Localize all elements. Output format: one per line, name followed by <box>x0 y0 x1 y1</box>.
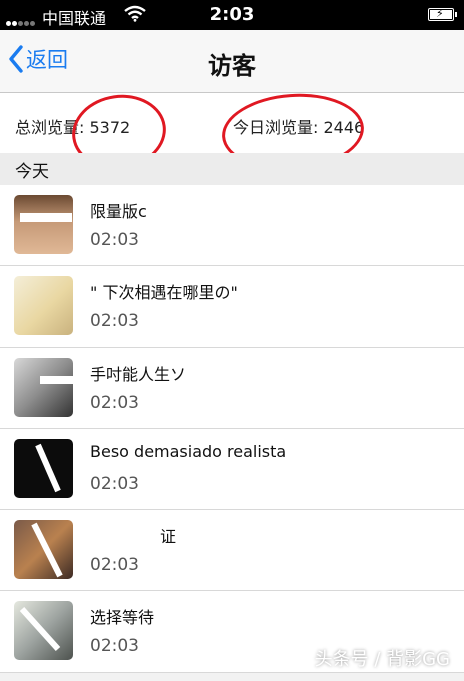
visit-time: 02:03 <box>90 473 139 494</box>
section-header-today: 今天 <box>0 153 464 185</box>
visitor-row[interactable]: " 下次相遇在哪里の" 02:03 <box>0 266 464 348</box>
status-bar: 中国联通 2:03 ⚡ <box>0 0 464 30</box>
visitor-name: 选择等待 <box>90 608 155 628</box>
visitor-name: 证 <box>160 527 177 547</box>
battery-charging-icon: ⚡ <box>428 7 457 21</box>
redaction-mark <box>31 522 63 578</box>
visitor-list: 限量版c 02:03 " 下次相遇在哪里の" 02:03 手吋能人生ソ 02:0… <box>0 185 464 673</box>
redaction-mark <box>35 443 61 493</box>
watermark: 头条号 / 背影GG <box>314 649 450 670</box>
redaction-mark <box>19 607 61 652</box>
visit-time: 02:03 <box>90 311 139 332</box>
avatar[interactable] <box>14 357 73 417</box>
status-time: 2:03 <box>209 4 255 25</box>
avatar[interactable] <box>14 195 73 254</box>
visit-time: 02:03 <box>90 555 139 576</box>
visit-time: 02:03 <box>90 636 139 657</box>
visitor-name: 手吋能人生ソ <box>90 364 187 384</box>
page-title: 访客 <box>208 52 256 80</box>
visit-time: 02:03 <box>90 392 139 413</box>
navigation-bar: 返回 访客 <box>0 30 464 93</box>
visitor-name: Beso demasiado realista <box>90 441 287 461</box>
redaction-mark <box>40 375 78 384</box>
visitor-name: 限量版c <box>90 202 147 221</box>
visitor-row[interactable]: 手吋能人生ソ 02:03 <box>0 347 464 429</box>
visitor-row[interactable]: 证 02:03 <box>0 510 464 592</box>
visitor-row[interactable]: Beso demasiado realista 02:03 <box>0 428 464 511</box>
visit-time: 02:03 <box>90 230 139 250</box>
visitor-row[interactable]: 限量版c 02:03 <box>0 185 464 267</box>
visitor-name: " 下次相遇在哪里の" <box>90 283 238 303</box>
redaction-mark <box>20 213 72 222</box>
avatar[interactable] <box>14 276 73 336</box>
